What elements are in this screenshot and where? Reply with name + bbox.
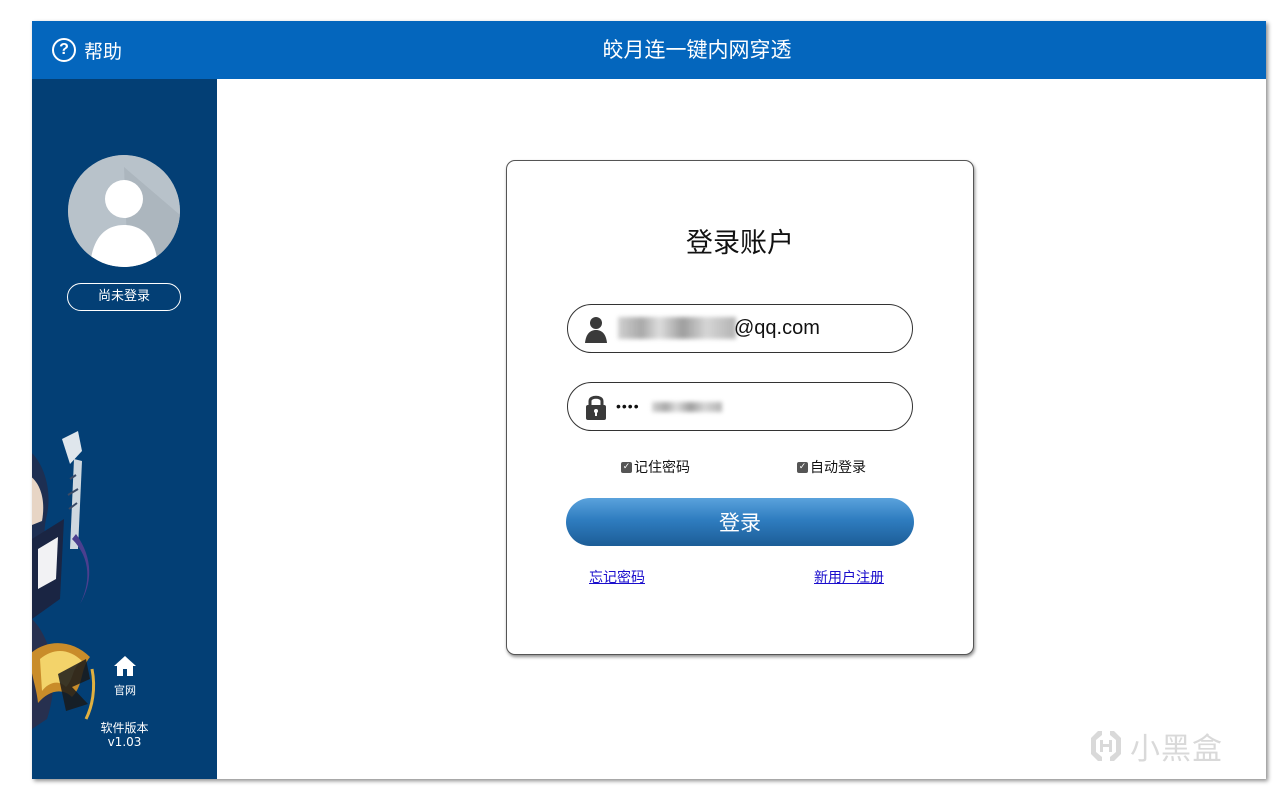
redacted-blur — [652, 402, 722, 412]
username-input[interactable] — [734, 313, 894, 343]
watermark-text: 小黑盒 — [1130, 732, 1223, 767]
xiaoheihe-watermark: 小黑盒 — [1088, 724, 1223, 768]
version-label: 软件版本 — [100, 721, 149, 735]
app-title: 皎月连一键内网穿透 — [602, 38, 792, 62]
password-field[interactable] — [567, 382, 913, 431]
checkbox-checked-icon: ✓ — [621, 461, 632, 473]
register-link[interactable]: 新用户注册 — [814, 567, 884, 587]
lock-icon — [586, 395, 606, 420]
website-home-link[interactable]: 官网 — [108, 655, 142, 698]
version-number: v1.03 — [107, 735, 142, 749]
home-label: 官网 — [114, 684, 136, 697]
login-button[interactable]: 登录 — [566, 498, 914, 546]
remember-password-label: 记住密码 — [634, 460, 690, 476]
login-status-badge[interactable]: 尚未登录 — [67, 283, 181, 311]
redacted-blur — [618, 317, 736, 339]
login-card: 登录账户 ✓ 记住密码 ✓ 自动登录 — [506, 160, 974, 655]
auto-login-label: 自动登录 — [810, 460, 866, 476]
xiaoheihe-logo-icon — [1091, 731, 1121, 761]
home-icon — [114, 656, 136, 676]
checkbox-checked-icon: ✓ — [797, 461, 808, 473]
auto-login-checkbox[interactable]: ✓ 自动登录 — [797, 457, 866, 477]
login-title: 登录账户 — [686, 228, 794, 259]
user-icon — [585, 317, 607, 343]
app-window: ? 帮助 皎月连一键内网穿透 尚未登录 官网 软件版本 v1.03 登录账户 @… — [32, 21, 1266, 779]
forgot-password-link[interactable]: 忘记密码 — [589, 567, 645, 587]
avatar — [68, 155, 180, 267]
titlebar: ? 帮助 皎月连一键内网穿透 — [32, 21, 1266, 79]
username-field[interactable] — [567, 304, 913, 353]
remember-password-checkbox[interactable]: ✓ 记住密码 — [621, 457, 690, 477]
sidebar: 尚未登录 官网 软件版本 v1.03 — [32, 79, 217, 779]
